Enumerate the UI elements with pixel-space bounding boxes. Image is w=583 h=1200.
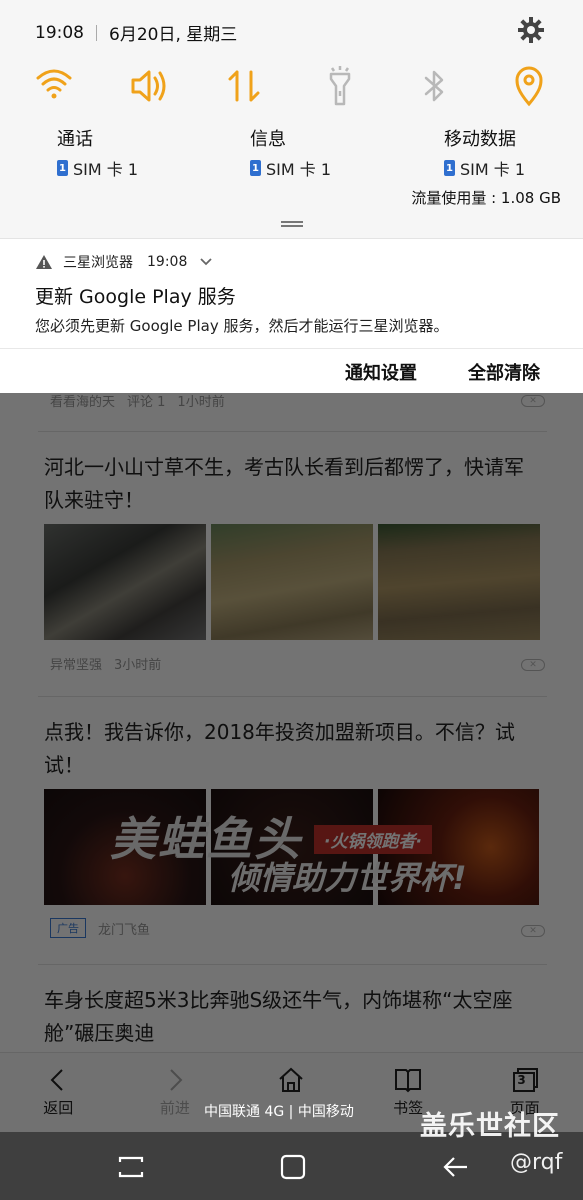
back-label: 返回 bbox=[43, 1099, 74, 1117]
watermark-logo: 盖乐世社区 bbox=[420, 1111, 560, 1142]
call-sim-setting[interactable]: 通话 1 SIM 卡 1 bbox=[57, 125, 138, 180]
feed-item-meta: 看看海的天 评论 1 1小时前 bbox=[50, 391, 225, 410]
tab-count: 3 bbox=[517, 1073, 526, 1087]
home-icon bbox=[279, 1067, 304, 1092]
location-icon[interactable] bbox=[509, 64, 549, 108]
warning-icon bbox=[36, 255, 52, 269]
notification-time: 19:08 bbox=[147, 254, 188, 270]
divider bbox=[38, 431, 547, 432]
notification-actions: 通知设置 全部清除 bbox=[0, 348, 583, 393]
thumbnail-image bbox=[44, 524, 206, 640]
chevron-down-icon[interactable] bbox=[199, 257, 213, 267]
feed-item-headline[interactable]: 车身长度超5米3比奔驰S级还牛气，内饰堪称“太空座舱”碾压奥迪 bbox=[44, 984, 543, 1050]
sound-icon[interactable] bbox=[129, 64, 169, 108]
feed-item-thumbnails[interactable] bbox=[44, 524, 540, 640]
chevron-right-icon bbox=[170, 1069, 183, 1091]
call-sim-label: SIM 卡 1 bbox=[73, 160, 139, 179]
sim-card-icon: 1 bbox=[250, 160, 261, 176]
notification-card[interactable]: 三星浏览器 19:08 更新 Google Play 服务 您必须先更新 Goo… bbox=[0, 238, 583, 348]
feed-item-meta: 异常坚强 3小时前 bbox=[50, 654, 161, 673]
separator bbox=[96, 24, 97, 41]
clear-all-button[interactable]: 全部清除 bbox=[468, 359, 540, 385]
sim-card-icon: 1 bbox=[57, 160, 68, 176]
message-sim-setting[interactable]: 信息 1 SIM 卡 1 bbox=[250, 125, 331, 180]
notification-header: 三星浏览器 19:08 bbox=[35, 252, 213, 272]
feed-item-time: 1小时前 bbox=[177, 395, 225, 410]
feed-item-source: 看看海的天 bbox=[50, 395, 116, 410]
sim-card-icon: 1 bbox=[444, 160, 455, 176]
data-usage-label[interactable]: 流量使用量 : 1.08 GB bbox=[411, 187, 561, 208]
thumbnail-image bbox=[211, 524, 373, 640]
panel-handle[interactable] bbox=[281, 221, 303, 227]
forward-label: 前进 bbox=[159, 1099, 190, 1117]
date: 6月20日, 星期三 bbox=[109, 25, 238, 45]
notification-title: 更新 Google Play 服务 bbox=[35, 286, 236, 308]
mobile-data-sim-setting[interactable]: 移动数据 1 SIM 卡 1 bbox=[444, 125, 525, 180]
feed-item-comments: 评论 1 bbox=[127, 395, 166, 410]
ad-banner[interactable]: 美蛙鱼头 ·火锅领跑者· 倾情助力世界杯! bbox=[44, 789, 539, 905]
back-nav-icon[interactable] bbox=[441, 1152, 471, 1182]
back-button[interactable]: 返回 bbox=[0, 1053, 117, 1132]
message-sim-label: SIM 卡 1 bbox=[266, 160, 332, 179]
divider bbox=[38, 964, 547, 965]
mobile-data-sim-label: SIM 卡 1 bbox=[460, 160, 526, 179]
clock: 19:08 bbox=[35, 22, 84, 43]
ad-banner-slogan: 倾情助力世界杯! bbox=[228, 859, 467, 897]
quick-panel: 19:08 6月20日, 星期三 通话 1 SIM 卡 1 信息 1 SIM 卡… bbox=[0, 0, 583, 238]
feed-item-time: 3小时前 bbox=[114, 658, 162, 673]
dismiss-icon[interactable]: ✕ bbox=[521, 659, 545, 671]
carrier-label: 中国联通 4G | 中国移动 bbox=[204, 1104, 354, 1120]
recent-apps-icon[interactable] bbox=[116, 1152, 146, 1182]
dismiss-icon[interactable]: ✕ bbox=[521, 395, 545, 407]
bluetooth-icon[interactable] bbox=[414, 64, 454, 108]
mobile-data-icon[interactable] bbox=[224, 64, 264, 108]
feed-item-source: 龙门飞鱼 bbox=[98, 922, 151, 938]
bookmarks-label: 书签 bbox=[393, 1099, 424, 1117]
chevron-left-icon bbox=[50, 1069, 64, 1091]
bookmarks-icon bbox=[395, 1069, 422, 1093]
notification-settings-button[interactable]: 通知设置 bbox=[345, 359, 417, 385]
ad-label: 广告 bbox=[50, 918, 86, 938]
notification-body: 您必须先更新 Google Play 服务，然后才能运行三星浏览器。 bbox=[35, 317, 449, 335]
quick-settings-row bbox=[0, 64, 583, 110]
message-sim-title: 信息 bbox=[250, 129, 286, 150]
flashlight-icon[interactable] bbox=[320, 64, 360, 108]
thumbnail-image bbox=[378, 524, 540, 640]
feed-item-headline[interactable]: 点我！我告诉你，2018年投资加盟新项目。不信？试试！ bbox=[44, 716, 543, 782]
feed-item-headline[interactable]: 河北一小山寸草不生，考古队长看到后都愣了，快请军队来驻守！ bbox=[44, 451, 543, 517]
dismiss-icon[interactable]: ✕ bbox=[521, 925, 545, 937]
status-row: 19:08 6月20日, 星期三 bbox=[35, 20, 238, 46]
divider bbox=[38, 696, 547, 697]
home-nav-icon[interactable] bbox=[278, 1152, 308, 1182]
mobile-data-sim-title: 移动数据 bbox=[444, 129, 516, 150]
feed-item-meta: 广告 龙门飞鱼 bbox=[50, 918, 150, 938]
watermark-handle: @rqf bbox=[510, 1150, 563, 1175]
wifi-icon[interactable] bbox=[34, 64, 74, 108]
notification-app-name: 三星浏览器 bbox=[63, 255, 133, 271]
gear-icon[interactable] bbox=[517, 16, 545, 44]
ad-banner-tag: ·火锅领跑者· bbox=[314, 825, 432, 854]
call-sim-title: 通话 bbox=[57, 129, 93, 150]
feed-item-source: 异常坚强 bbox=[50, 658, 103, 673]
